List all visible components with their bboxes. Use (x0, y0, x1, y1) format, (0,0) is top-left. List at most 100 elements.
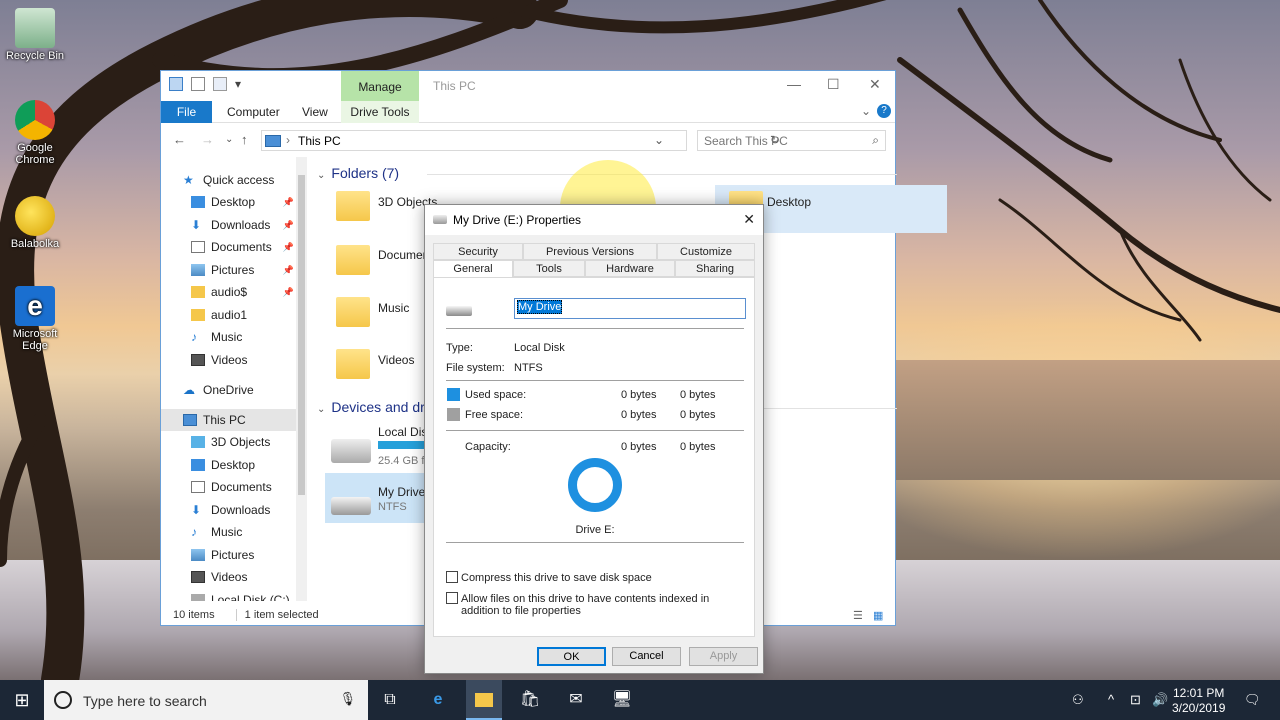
folder-icon (191, 286, 205, 298)
compress-checkbox[interactable] (446, 571, 458, 583)
tab-drive-tools[interactable]: Drive Tools (341, 101, 419, 123)
folder-music-label[interactable]: Music (378, 301, 409, 315)
index-label[interactable]: Allow files on this drive to have conten… (461, 593, 746, 617)
nav-pc-downloads[interactable]: ⬇ Downloads (161, 499, 296, 521)
nav-audio1[interactable]: audio1 (161, 304, 296, 326)
store-icon[interactable]: 🛍 (518, 688, 542, 712)
type-value: Local Disk (514, 342, 565, 354)
desktop-icon-chrome[interactable]: Google Chrome (0, 100, 70, 166)
folder-documents-label[interactable]: Documen (378, 248, 429, 262)
tab-sharing[interactable]: Sharing (675, 260, 755, 277)
cancel-button[interactable]: Cancel (612, 647, 681, 666)
desktop-icon-balabolka[interactable]: Balabolka (0, 196, 70, 250)
details-view-icon[interactable]: ☰ (853, 609, 863, 622)
task-view-icon[interactable]: ⧉ (378, 688, 402, 712)
new-folder-icon[interactable] (213, 77, 227, 91)
address-bar[interactable]: › This PC ⌄ ↻ (261, 130, 780, 151)
nav-quick-access[interactable]: ★ Quick access (161, 169, 296, 191)
nav-onedrive[interactable]: ☁ OneDrive (161, 379, 296, 401)
volume-icon[interactable]: 🔊 (1152, 692, 1168, 708)
index-checkbox[interactable] (446, 592, 458, 604)
people-icon[interactable]: ⚇ (1072, 692, 1084, 708)
up-icon[interactable]: ↑ (241, 132, 248, 147)
tab-previous-versions[interactable]: Previous Versions (523, 243, 657, 260)
clock[interactable]: 12:01 PM 3/20/2019 (1172, 686, 1225, 716)
drive-name-field[interactable]: My Drive (514, 298, 746, 319)
minimize-button[interactable]: — (787, 76, 801, 92)
drive-icon (446, 306, 472, 316)
action-center-icon[interactable]: 🗨 (1244, 692, 1261, 708)
folder-3d-objects-icon[interactable] (336, 191, 370, 221)
nav-local-disk-c[interactable]: Local Disk (C:) (161, 589, 296, 601)
ok-button[interactable]: OK (537, 647, 606, 666)
help-icon[interactable]: ? (877, 104, 891, 118)
forward-icon[interactable]: → (201, 132, 214, 147)
nav-3d-objects[interactable]: 3D Objects (161, 431, 296, 453)
folder-videos-label[interactable]: Videos (378, 353, 414, 367)
folder-videos-icon[interactable] (336, 349, 370, 379)
close-button[interactable]: ✕ (869, 76, 881, 93)
cube-icon (191, 436, 205, 448)
nav-pc-music[interactable]: ♪ Music (161, 521, 296, 543)
status-item-count: 10 items (173, 609, 215, 621)
taskbar-search-box[interactable]: Type here to search 🎙 (44, 680, 368, 720)
tab-file[interactable]: File (161, 101, 212, 123)
drive-icon (433, 215, 447, 224)
nav-downloads[interactable]: ⬇ Downloads 📌 (161, 214, 296, 236)
folder-music-icon[interactable] (336, 297, 370, 327)
dialog-close-icon[interactable]: ✕ (743, 211, 755, 228)
address-dropdown-icon[interactable]: ⌄ (654, 133, 664, 147)
nav-videos[interactable]: Videos (161, 349, 296, 371)
chevron-down-icon[interactable]: ▾ (235, 77, 243, 91)
tab-view[interactable]: View (302, 105, 328, 119)
documents-icon (191, 241, 205, 253)
nav-pc-pictures[interactable]: Pictures (161, 544, 296, 566)
tab-security[interactable]: Security (433, 243, 523, 260)
tiles-view-icon[interactable]: ▦ (873, 609, 883, 622)
folder-icon (191, 309, 205, 321)
ribbon-expand-icon[interactable]: ⌄ (861, 104, 871, 118)
search-input[interactable]: Search This PC ⌕ (697, 130, 886, 151)
manage-tab[interactable]: Manage (341, 71, 419, 101)
nav-pc-desktop[interactable]: Desktop (161, 454, 296, 476)
nav-audio-share[interactable]: audio$ 📌 (161, 281, 296, 303)
scrollbar-thumb[interactable] (298, 175, 305, 495)
apply-button[interactable]: Apply (689, 647, 758, 666)
edge-taskbar-icon[interactable]: e (426, 688, 450, 712)
my-drive-icon[interactable] (331, 497, 371, 515)
nav-scrollbar[interactable] (296, 157, 307, 601)
tab-computer[interactable]: Computer (227, 105, 280, 119)
mail-icon[interactable]: ✉ (564, 688, 588, 712)
folder-documents-icon[interactable] (336, 245, 370, 275)
properties-icon[interactable] (191, 77, 205, 91)
tab-customize[interactable]: Customize (657, 243, 755, 260)
microphone-icon[interactable]: 🎙 (339, 691, 356, 707)
local-disk-icon[interactable] (331, 439, 371, 463)
nav-desktop[interactable]: Desktop 📌 (161, 191, 296, 213)
app-taskbar-icon[interactable]: 🖥 (610, 688, 634, 712)
nav-pc-videos[interactable]: Videos (161, 566, 296, 588)
back-icon[interactable]: ← (173, 132, 186, 147)
nav-this-pc[interactable]: This PC (161, 409, 296, 431)
nav-documents[interactable]: Documents 📌 (161, 236, 296, 258)
desktop-icon-recycle-bin[interactable]: Recycle Bin (0, 8, 70, 62)
recent-chevron-icon[interactable]: ⌄ (225, 134, 233, 145)
compress-label[interactable]: Compress this drive to save disk space (461, 572, 652, 584)
tab-tools[interactable]: Tools (513, 260, 585, 277)
my-drive-label[interactable]: My Drive (378, 485, 425, 499)
folder-desktop-label[interactable]: Desktop (767, 195, 811, 209)
nav-pc-documents[interactable]: Documents (161, 476, 296, 498)
tab-hardware[interactable]: Hardware (585, 260, 675, 277)
nav-pictures[interactable]: Pictures 📌 (161, 259, 296, 281)
desktop-icon (191, 459, 205, 471)
documents-icon (191, 481, 205, 493)
maximize-button[interactable]: ☐ (827, 76, 840, 93)
show-hidden-icons-chevron-icon[interactable]: ^ (1108, 692, 1114, 707)
network-icon[interactable]: ⊡ (1130, 692, 1141, 708)
desktop-icon-edge[interactable]: e Microsoft Edge (0, 286, 70, 352)
start-windows-icon[interactable]: ⊞ (10, 688, 34, 712)
file-explorer-taskbar-icon[interactable] (466, 680, 502, 720)
drive-properties-dialog: My Drive (E:) Properties ✕ Security Prev… (424, 204, 764, 674)
nav-music[interactable]: ♪ Music (161, 326, 296, 348)
computer-icon[interactable] (169, 77, 183, 91)
